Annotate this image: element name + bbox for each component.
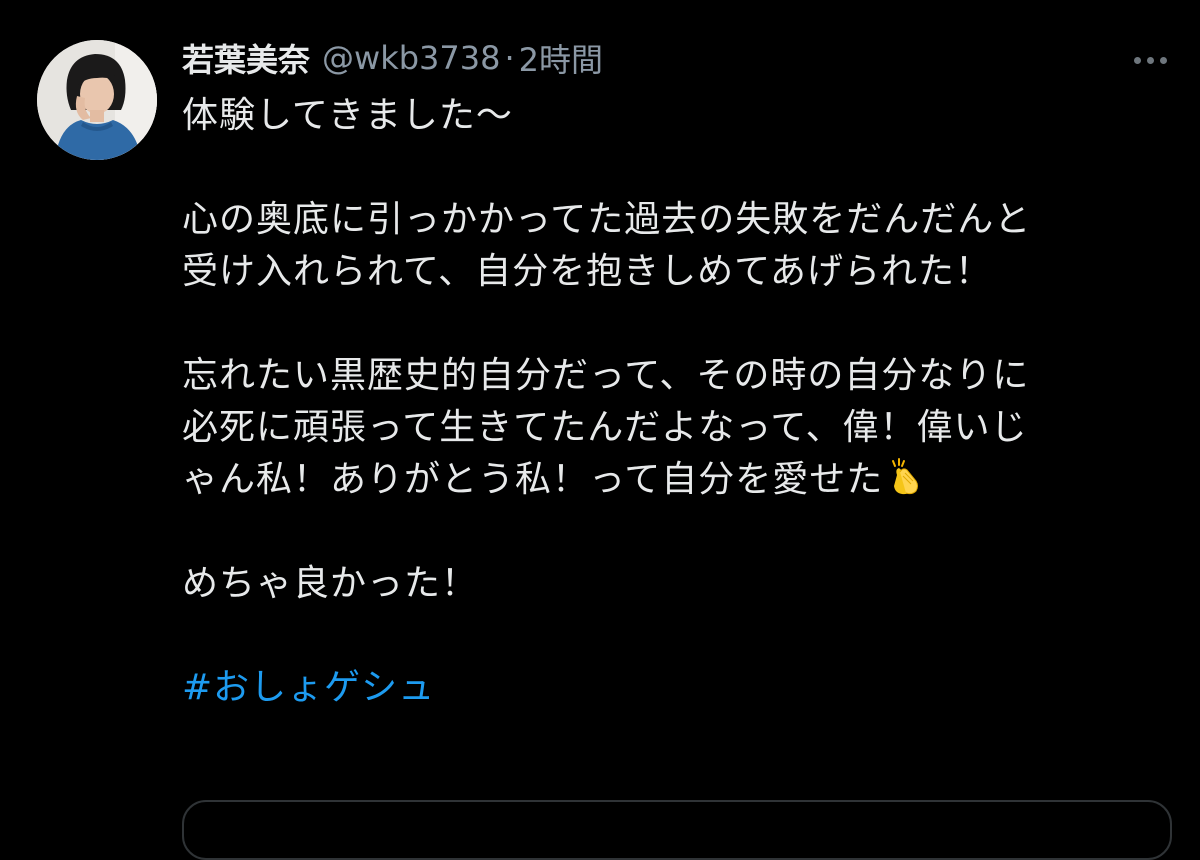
tweet-line: 必死に頑張って生きてたんだよなって、偉！偉いじ xyxy=(182,407,1028,448)
tweet-line: ゃん私！ありがとう私！って自分を愛せた xyxy=(182,459,884,500)
more-dot xyxy=(1159,56,1167,64)
tweet-line: 忘れたい黒歴史的自分だって、その時の自分なりに xyxy=(182,355,1030,396)
avatar[interactable] xyxy=(37,40,157,160)
more-dot xyxy=(1146,56,1154,64)
tweet: 若葉美奈 @wkb3738 · 2時間 体験してきました〜 心の奥底に引っかかっ… xyxy=(0,0,1200,860)
hashtag-line: #おしょゲシュ xyxy=(182,662,1172,714)
avatar-photo xyxy=(37,40,157,160)
clapping-hands-emoji xyxy=(885,457,925,497)
more-options-icon[interactable] xyxy=(1124,42,1176,78)
embedded-card[interactable] xyxy=(182,800,1172,860)
tweet-line: 体験してきました〜 xyxy=(182,95,513,136)
timestamp[interactable]: 2時間 xyxy=(519,35,603,81)
tweet-text: 体験してきました〜 心の奥底に引っかかってた過去の失敗をだんだんと 受け入れられ… xyxy=(182,90,1172,714)
tweet-line: 受け入れられて、自分を抱きしめてあげられた！ xyxy=(182,251,993,292)
tweet-line-with-emoji: ゃん私！ありがとう私！って自分を愛せた xyxy=(182,454,1172,506)
display-name[interactable]: 若葉美奈 xyxy=(182,35,310,81)
tweet-line: 心の奥底に引っかかってた過去の失敗をだんだんと xyxy=(182,199,1032,240)
tweet-header: 若葉美奈 @wkb3738 · 2時間 xyxy=(182,34,603,82)
user-handle[interactable]: @wkb3738 xyxy=(322,39,500,77)
more-dot xyxy=(1133,56,1141,64)
separator-dot: · xyxy=(504,39,515,77)
tweet-line: めちゃ良かった！ xyxy=(182,563,479,604)
hashtag-link[interactable]: #おしょゲシュ xyxy=(182,667,435,708)
